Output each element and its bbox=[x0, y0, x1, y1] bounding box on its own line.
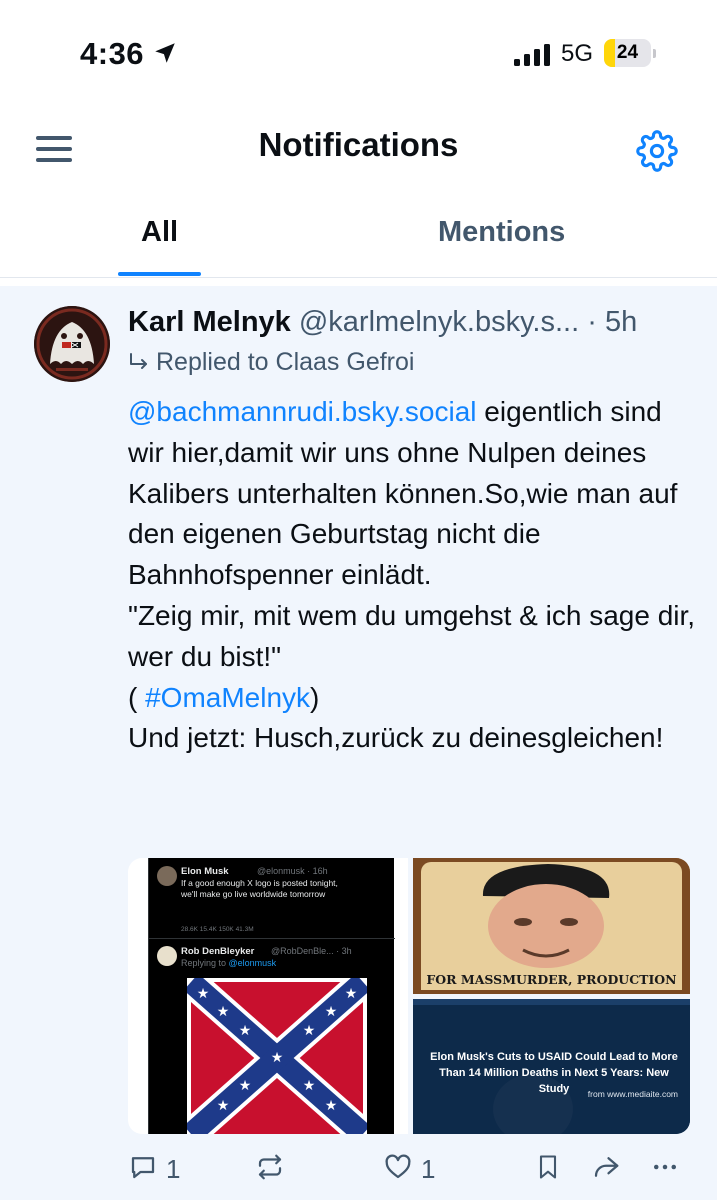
svg-text:★: ★ bbox=[271, 1050, 284, 1066]
reply-arrow-icon bbox=[130, 353, 147, 369]
author-name[interactable]: Karl Melnyk bbox=[128, 306, 291, 338]
bookmark-icon bbox=[539, 1155, 557, 1179]
svg-text:★: ★ bbox=[325, 1098, 338, 1114]
svg-text:★: ★ bbox=[303, 1078, 316, 1094]
battery-icon: 24 bbox=[604, 39, 656, 67]
tweet-author-2: Rob DenBleyker bbox=[181, 946, 255, 957]
tweet-replying: Replying to @elonmusk bbox=[181, 958, 277, 968]
post-actions: 1 1 bbox=[0, 1148, 717, 1188]
repost-icon bbox=[258, 1154, 282, 1180]
separator-dot: · bbox=[587, 306, 597, 338]
tweet-stats: 28.6K 15.4K 150K 41.3M bbox=[181, 926, 254, 933]
post-text-part3: Und jetzt: Husch,zurück zu deinesgleiche… bbox=[128, 722, 664, 754]
image-news[interactable]: Elon Musk's Cuts to USAID Could Lead to … bbox=[413, 999, 690, 1134]
svg-text:★: ★ bbox=[345, 986, 358, 1002]
paren-open: ( bbox=[128, 681, 146, 713]
cellular-signal-icon bbox=[514, 44, 550, 66]
status-time: 4:36 bbox=[80, 36, 145, 71]
location-arrow-icon bbox=[155, 43, 175, 63]
tab-bar: All Mentions bbox=[0, 200, 717, 278]
reply-count: 1 bbox=[166, 1154, 181, 1184]
reply-icon bbox=[131, 1157, 155, 1179]
image-meme[interactable]: FOR MASSMURDER, PRODUCTION bbox=[413, 858, 690, 994]
svg-text:★: ★ bbox=[217, 1098, 230, 1114]
svg-text:★: ★ bbox=[303, 1023, 316, 1039]
network-type: 5G bbox=[561, 40, 594, 67]
hashtag-link[interactable]: #OmaMelnyk bbox=[145, 682, 310, 713]
reply-label: Replied to Claas Gefroi bbox=[156, 348, 415, 376]
news-source: from www.mediaite.com bbox=[587, 1089, 678, 1099]
share-icon bbox=[594, 1157, 619, 1177]
avatar-image bbox=[34, 306, 110, 382]
reply-button[interactable]: 1 bbox=[128, 1152, 188, 1186]
battery-percent: 24 bbox=[616, 42, 639, 63]
svg-text:★: ★ bbox=[197, 986, 210, 1002]
tweet-handle-2: @RobDenBle... · 3h bbox=[271, 946, 352, 956]
like-button[interactable]: 1 bbox=[383, 1152, 443, 1186]
heart-icon bbox=[385, 1154, 411, 1179]
tab-mentions[interactable]: Mentions bbox=[438, 216, 565, 249]
svg-text:★: ★ bbox=[239, 1078, 252, 1094]
like-count: 1 bbox=[421, 1154, 436, 1184]
author-handle[interactable]: @karlmelnyk.bsky.s... bbox=[299, 306, 579, 338]
image-grid: Elon Musk @elonmusk · 16h If a good enou… bbox=[128, 858, 690, 1134]
tweet-author-1: Elon Musk bbox=[181, 866, 229, 877]
avatar[interactable] bbox=[34, 306, 110, 382]
header: Notifications bbox=[0, 110, 717, 186]
status-bar: 4:36 5G 24 bbox=[0, 0, 717, 100]
page-title: Notifications bbox=[258, 126, 459, 163]
author-line: Karl Melnyk @karlmelnyk.bsky.s... · 5h bbox=[128, 304, 698, 340]
bookmark-button[interactable] bbox=[534, 1152, 564, 1186]
svg-text:★: ★ bbox=[239, 1023, 252, 1039]
paren-close: ) bbox=[310, 681, 320, 713]
svg-text:★: ★ bbox=[217, 1004, 230, 1020]
repost-button[interactable] bbox=[255, 1152, 289, 1186]
more-options-button[interactable] bbox=[649, 1152, 683, 1186]
notification-item[interactable]: Karl Melnyk @karlmelnyk.bsky.s... · 5h R… bbox=[0, 286, 717, 1200]
post-text-quote: "Zeig mir, mit wem du umgehst & ich sage… bbox=[128, 599, 696, 672]
active-tab-indicator bbox=[118, 272, 201, 276]
svg-text:★: ★ bbox=[325, 1004, 338, 1020]
reply-context[interactable]: Replied to Claas Gefroi bbox=[128, 348, 414, 377]
image-tweet-screenshot[interactable]: Elon Musk @elonmusk · 16h If a good enou… bbox=[128, 858, 408, 1134]
post-text: @bachmannrudi.bsky.social eigentlich sin… bbox=[128, 392, 698, 759]
post-time: 5h bbox=[604, 306, 638, 338]
tweet-text-1: If a good enough X logo is posted tonigh… bbox=[181, 878, 338, 899]
share-button[interactable] bbox=[590, 1152, 624, 1186]
settings-gear-icon[interactable] bbox=[636, 130, 678, 172]
confederate-flag-image: ★ ★ ★ ★ ★ ★ ★ ★ ★ ★ ★ bbox=[187, 978, 367, 1134]
more-dots-icon bbox=[654, 1164, 676, 1170]
mention-link[interactable]: @bachmannrudi.bsky.social bbox=[128, 396, 477, 427]
tab-all[interactable]: All bbox=[141, 216, 178, 249]
tweet-handle-1: @elonmusk · 16h bbox=[257, 866, 328, 876]
meme-caption: FOR MASSMURDER, PRODUCTION bbox=[426, 972, 677, 987]
